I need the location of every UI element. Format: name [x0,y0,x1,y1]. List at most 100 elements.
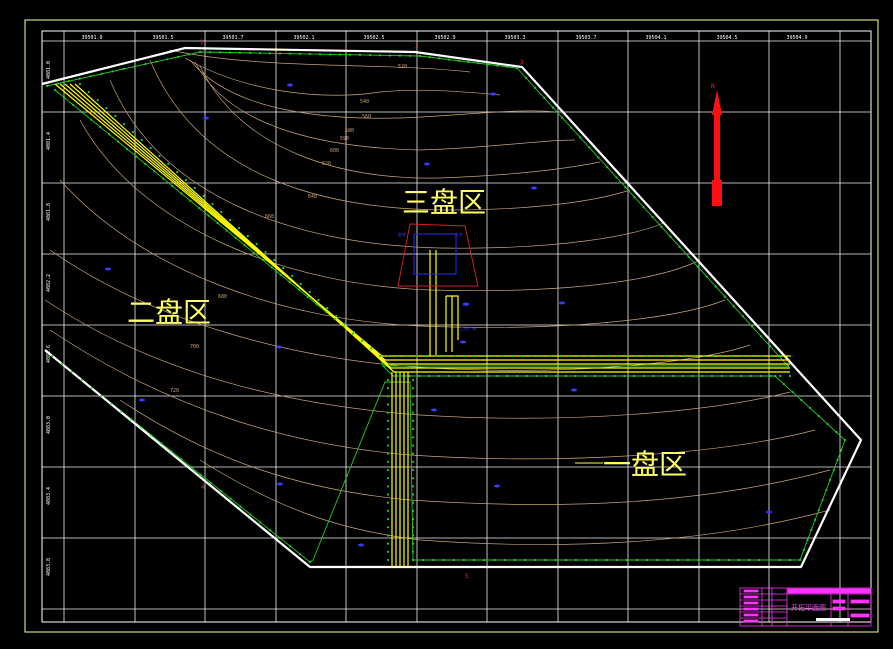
pillar-dot [216,221,219,225]
pillar-dot [386,493,390,496]
pillar-dot [760,354,763,358]
pillar-dot [720,374,723,378]
contour-label: 560 [362,114,371,120]
pillar-dot [587,354,591,358]
side-coordinate-label: 4081.0 [46,61,52,79]
boundary-point-label: 4 [201,484,205,491]
pillar-dot [595,558,598,562]
pillar-dot [511,354,514,358]
pillar-dot [386,509,390,512]
pillar-dot [411,518,415,521]
pillar-dot [411,509,415,512]
pillar-dot [493,558,496,562]
pillar-dot [712,354,715,358]
pillar-dot [176,170,179,174]
pillar-dot [782,382,785,386]
shaft-label: 主井 [455,231,463,237]
borehole-marker [139,398,145,402]
pillar-dot [768,345,772,348]
pillar-dot [564,374,567,378]
top-coordinate-label: 39504.1 [645,35,666,41]
borehole-marker [276,345,282,349]
pillar-dot [802,548,805,552]
pillar-dot [593,374,597,378]
pillar-dot [179,457,183,461]
pillar-dot [578,354,581,358]
pillar-dot [72,103,75,106]
pillar-dot [813,518,817,522]
pillar-dot [428,56,431,59]
pillar-dot [279,537,282,540]
title-block-title: 开拓平面图 [791,603,826,612]
pillar-dot [808,406,812,410]
pillar-dot [438,57,441,60]
pillar-dot [832,468,835,472]
pillar-dot [759,335,763,338]
pillar-dot [800,398,803,402]
pillar-dot [78,77,81,80]
pillar-dot [535,374,538,378]
pillar-dot [343,322,347,326]
pillar-dot [326,306,329,310]
pillar-dot [117,140,120,143]
pillar-dot [457,374,460,378]
pillar-dot [114,114,117,118]
pillar-dot [62,96,66,99]
boundary-point-label: 2 [415,43,419,50]
pillar-dot [603,374,606,378]
pillar-dot [53,88,57,92]
pillar-dot [269,529,272,532]
pillar-dot [299,282,302,286]
pillar-dot [525,374,528,378]
pillar-dot [386,468,390,472]
pillar-dot [333,318,336,321]
pillar-dot [748,558,751,562]
pillar-dot [635,354,639,358]
pillar-dot [523,558,527,562]
pillar-dot [473,558,476,562]
borehole-marker [105,267,111,271]
pillar-dot [574,558,578,562]
pillar-dot [264,250,267,254]
pillar-dot [411,452,415,455]
pillar-dot [411,558,415,562]
pillar-dot [167,162,170,166]
pillar-dot [476,374,480,378]
pillar-dot [255,242,258,246]
pillar-dot [188,53,191,56]
pillar-dot [750,354,753,358]
pillar-dot [144,162,147,165]
pillar-dot [702,354,706,358]
pillar-dot [452,558,455,562]
boundary-point-label: 5 [465,573,469,580]
pillar-dot [282,266,285,270]
pillar-dot [568,354,572,358]
pillar-dot [585,558,588,562]
pillar-dot [80,378,83,381]
pillar-dot [398,54,402,57]
pillar-dot [199,473,202,476]
borehole-marker [559,301,565,305]
pillar-dot [126,148,129,151]
pillar-dot [278,52,282,55]
pillar-dot [279,273,282,276]
pillar-dot [386,428,390,431]
pillar-dot [544,558,547,562]
contour-label: 640 [308,194,317,200]
pillar-dot [662,374,665,378]
pillar-dot [218,51,222,54]
top-coordinate-label: 39503.7 [575,35,596,41]
pillar-dot [386,378,390,382]
pillar-dot [817,508,820,512]
pillar-dot [737,558,741,562]
pillar-dot [506,374,509,378]
pillar-dot [549,354,552,358]
pillar-dot [660,225,663,228]
pillar-dot [496,64,499,67]
pillar-dot [515,66,519,70]
pillar-dot [288,281,291,284]
pillar-dot [370,346,373,350]
shaft-labels: 副井主井风井工业广场 [398,231,476,331]
pillar-dot [78,82,82,86]
industrial-square [397,223,479,287]
